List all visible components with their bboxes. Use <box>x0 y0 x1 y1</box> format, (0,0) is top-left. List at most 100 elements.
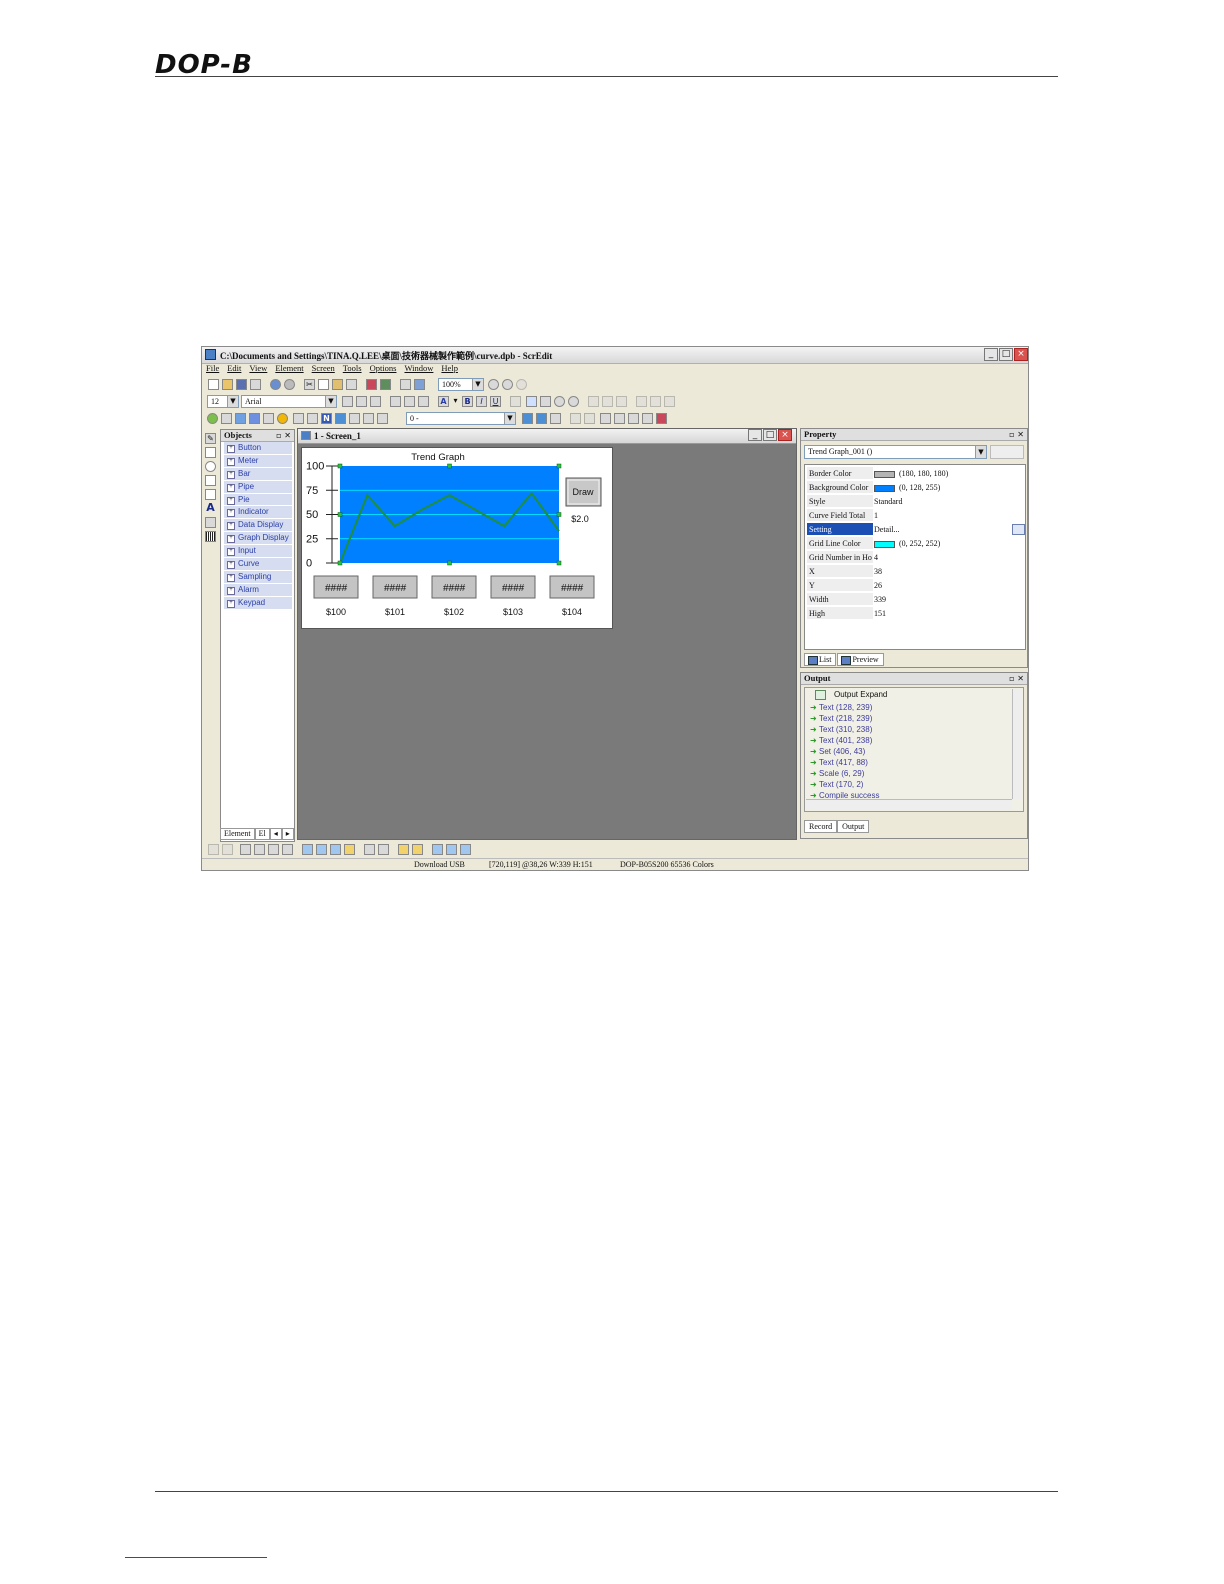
same-width-icon[interactable] <box>302 844 313 855</box>
zoom-out-icon[interactable] <box>502 379 513 390</box>
pie-element-icon[interactable] <box>263 413 274 424</box>
output-vertical-scrollbar[interactable] <box>1012 689 1022 799</box>
new-file-icon[interactable] <box>208 379 219 390</box>
open-folder-icon[interactable] <box>222 379 233 390</box>
object-item-pie[interactable]: + Pie <box>224 493 292 507</box>
output-line[interactable]: ➜ Text (417, 88) <box>810 757 868 768</box>
print-preview-icon[interactable] <box>414 379 425 390</box>
meter-element-icon[interactable] <box>221 413 232 424</box>
prop-row-y[interactable]: Y 26 <box>807 579 1023 593</box>
paste-icon[interactable] <box>332 379 343 390</box>
sampling-element-icon[interactable] <box>349 413 360 424</box>
prop-row-x[interactable]: X 38 <box>807 565 1023 579</box>
pipe-element-icon[interactable] <box>249 413 260 424</box>
align-center-icon[interactable] <box>602 396 613 407</box>
multi-window-icon[interactable] <box>642 413 653 424</box>
object-item-pipe[interactable]: + Pipe <box>224 480 292 494</box>
unlock-icon[interactable] <box>222 844 233 855</box>
object-item-graph-display[interactable]: + Graph Display <box>224 532 292 546</box>
tab-output[interactable]: Output <box>837 820 870 833</box>
numeric-display-1[interactable]: #### <box>372 575 418 599</box>
font-color-icon[interactable]: A <box>438 396 449 407</box>
numeric-input-icon[interactable]: N <box>321 413 332 424</box>
chevron-down-icon[interactable]: ▾ <box>452 396 459 407</box>
selection-handle[interactable] <box>337 463 343 469</box>
find-icon[interactable] <box>346 379 357 390</box>
undo-icon[interactable] <box>270 379 281 390</box>
menu-options[interactable]: Options <box>370 363 397 373</box>
text-align-center-icon[interactable] <box>356 396 367 407</box>
backward-icon[interactable] <box>282 844 293 855</box>
tab-scroll-left-icon[interactable]: ◂ <box>269 828 282 840</box>
hmi-screen-canvas[interactable]: Trend Graph 100 75 50 25 0 Draw $2.0 #### ##… <box>301 447 613 629</box>
h-space-icon[interactable] <box>344 844 355 855</box>
download-icon[interactable] <box>380 379 391 390</box>
bring-front-icon[interactable] <box>240 844 251 855</box>
fit-icon[interactable] <box>540 396 551 407</box>
object-item-curve[interactable]: + Curve <box>224 558 292 571</box>
menu-element[interactable]: Element <box>275 363 303 373</box>
ellipsis-button[interactable] <box>1012 524 1025 535</box>
object-item-indicator[interactable]: + Indicator <box>224 506 292 520</box>
draw-button-label[interactable]: Draw <box>572 487 594 497</box>
tab-preview[interactable]: Preview <box>837 653 884 666</box>
print-icon[interactable] <box>400 379 411 390</box>
selection-handle[interactable] <box>337 560 343 566</box>
bold-icon[interactable]: B <box>462 396 473 407</box>
curve-element-icon[interactable] <box>335 413 346 424</box>
polygon-icon[interactable] <box>205 475 216 486</box>
copy-icon[interactable] <box>318 379 329 390</box>
object-selector[interactable]: Trend Graph_001 () ▼ <box>804 445 987 459</box>
center-icon[interactable] <box>460 844 471 855</box>
prop-row-background-color[interactable]: Background Color (0, 128, 255) <box>807 481 1023 495</box>
state-next-icon[interactable] <box>536 413 547 424</box>
screen-list-icon[interactable] <box>600 413 611 424</box>
menu-screen[interactable]: Screen <box>312 363 335 373</box>
menu-file[interactable]: File <box>206 363 219 373</box>
align-top-icon[interactable] <box>636 396 647 407</box>
indicator-element-icon[interactable] <box>277 413 288 424</box>
numeric-display-0[interactable]: #### <box>313 575 359 599</box>
menu-help[interactable]: Help <box>441 363 458 373</box>
object-item-keypad[interactable]: + Keypad <box>224 596 292 610</box>
arc-icon[interactable] <box>205 489 216 500</box>
object-item-sampling[interactable]: + Sampling <box>224 570 292 584</box>
tab-element[interactable]: Element <box>220 828 255 840</box>
menu-view[interactable]: View <box>249 363 267 373</box>
screen-minimize-button[interactable]: _ <box>748 429 762 441</box>
keypad-element-icon[interactable] <box>377 413 388 424</box>
property-spinner[interactable] <box>990 445 1024 459</box>
selection-handle[interactable] <box>447 560 452 566</box>
selection-handle[interactable] <box>556 560 562 566</box>
alarm-setup-icon[interactable] <box>656 413 667 424</box>
window-list-icon[interactable] <box>628 413 639 424</box>
font-size-select[interactable]: 12 ▼ <box>207 395 239 408</box>
underline-icon[interactable]: U <box>490 396 501 407</box>
prop-row-setting[interactable]: Setting Detail... <box>807 523 1025 537</box>
text-valign-bottom-icon[interactable] <box>418 396 429 407</box>
zoom-select[interactable]: 100% ▼ <box>438 378 484 391</box>
same-size-icon[interactable] <box>330 844 341 855</box>
prop-row-grid-number[interactable]: Grid Number in Ho 4 <box>807 551 1023 565</box>
state-copy-icon[interactable] <box>550 413 561 424</box>
button-element-icon[interactable] <box>207 413 218 424</box>
align-grid-icon[interactable] <box>526 396 537 407</box>
pencil-icon[interactable]: ✎ <box>205 433 216 444</box>
line-tool-icon[interactable] <box>510 396 521 407</box>
output-line[interactable]: ➜ Text (401, 238) <box>810 735 872 746</box>
tab-el-more[interactable]: El <box>254 828 270 840</box>
trend-graph-svg[interactable]: Trend Graph 100 75 50 25 0 Draw $2.0 #### ##… <box>302 448 612 628</box>
globe-icon[interactable] <box>554 396 565 407</box>
save-as-icon[interactable] <box>250 379 261 390</box>
menu-tools[interactable]: Tools <box>343 363 362 373</box>
output-line[interactable]: ➜ Text (310, 238) <box>810 724 872 735</box>
selection-handle[interactable] <box>556 463 562 469</box>
object-item-meter[interactable]: + Meter <box>224 454 292 468</box>
state-prev-icon[interactable] <box>522 413 533 424</box>
forward-icon[interactable] <box>268 844 279 855</box>
output-line[interactable]: ➜ Scale (6, 29) <box>810 768 864 779</box>
object-item-input[interactable]: + Input <box>224 545 292 559</box>
output-list[interactable]: Output Expand ➜ Text (128, 239) ➜ Text (21… <box>804 687 1024 812</box>
object-item-bar[interactable]: + Bar <box>224 467 292 481</box>
align-right-icon[interactable] <box>616 396 627 407</box>
